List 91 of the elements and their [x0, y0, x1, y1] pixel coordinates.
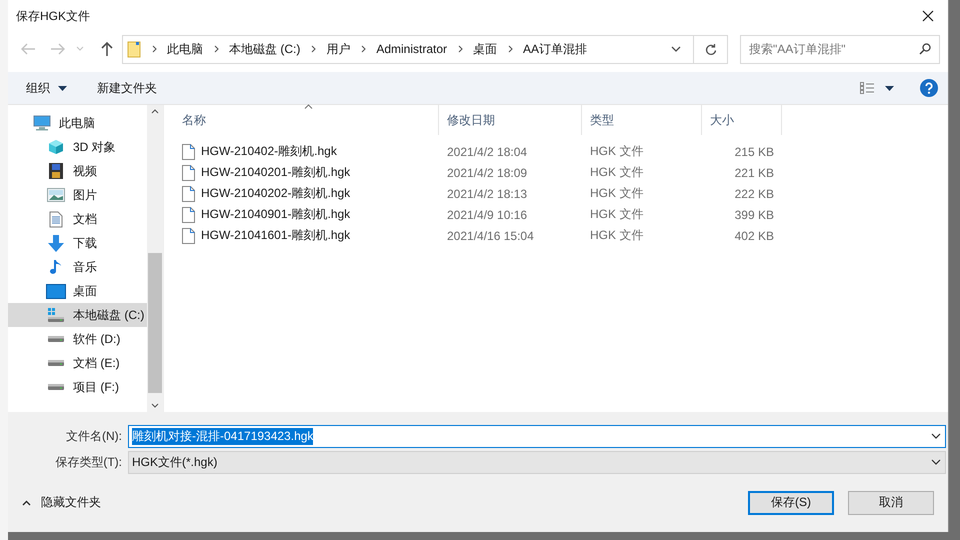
- chevron-down-icon: [931, 459, 941, 465]
- drive-icon: [46, 383, 66, 391]
- chevron-right-icon[interactable]: [311, 45, 316, 53]
- window-title: 保存HGK文件: [16, 8, 92, 24]
- file-icon: [182, 144, 195, 160]
- file-name[interactable]: HGW-21040201-雕刻机.hgk: [201, 164, 350, 181]
- type-cell-text: HGK 文件: [589, 206, 644, 223]
- sidebar-item[interactable]: 桌面: [8, 279, 147, 303]
- file-icon: [182, 206, 195, 222]
- file-icon: [182, 164, 195, 180]
- help-icon[interactable]: [920, 79, 938, 97]
- image-icon: [46, 188, 66, 202]
- size-cell-text: 402 KB: [734, 228, 775, 244]
- chevron-down-icon[interactable]: [671, 46, 681, 52]
- column-header[interactable]: 大小: [702, 105, 782, 135]
- column-header[interactable]: 名称: [174, 105, 439, 135]
- chevron-right-icon[interactable]: [214, 45, 219, 53]
- file-name-field[interactable]: 雕刻机对接-混排-0417193423.hgk: [128, 424, 946, 448]
- file-name[interactable]: HGW-21040901-雕刻机.hgk: [201, 206, 350, 223]
- sidebar-item[interactable]: 本地磁盘 (C:): [8, 303, 147, 327]
- drive-icon: [46, 359, 66, 367]
- file-type-label: 保存类型(T):: [54, 454, 123, 470]
- search-icon: [919, 42, 931, 54]
- download-arrow-icon: [46, 234, 66, 252]
- breadcrumb-item[interactable]: 桌面: [473, 40, 498, 58]
- search-field[interactable]: 搜索"AA订单混排": [740, 34, 940, 64]
- sidebar-item[interactable]: 此电脑: [8, 111, 147, 135]
- close-icon: [922, 10, 934, 22]
- chevron-right-icon[interactable]: [152, 45, 157, 53]
- drive-icon: [46, 307, 66, 323]
- scroll-down-icon[interactable]: [151, 403, 159, 408]
- caret-icon[interactable]: [885, 86, 894, 90]
- desktop-icon: [46, 284, 66, 298]
- file-icon: [182, 186, 195, 202]
- sidebar-item[interactable]: 下载: [8, 231, 147, 255]
- chevron-right-icon[interactable]: [361, 45, 366, 53]
- date-cell-text: 2021/4/2 18:09: [446, 164, 528, 182]
- cancel-button[interactable]: 取消: [848, 490, 934, 514]
- type-cell-text: HGK 文件: [589, 227, 644, 244]
- organize-button[interactable]: 组织: [22, 76, 71, 100]
- drive-icon: [46, 335, 66, 343]
- folder-icon: [127, 40, 141, 58]
- file-name[interactable]: HGW-21040202-雕刻机.hgk: [201, 185, 350, 202]
- type-cell-text: HGK 文件: [589, 143, 644, 160]
- type-cell-text: HGK 文件: [589, 164, 644, 181]
- file-type-dropdown[interactable]: HGK文件(*.hgk): [128, 450, 946, 474]
- computer-icon: [32, 115, 52, 131]
- scrollbar-thumb[interactable]: [148, 253, 162, 393]
- scroll-up-icon[interactable]: [151, 109, 159, 114]
- file-name[interactable]: HGW-210402-雕刻机.hgk: [201, 143, 337, 160]
- sidebar-item[interactable]: 项目 (F:): [8, 375, 147, 399]
- refresh-icon: [704, 42, 716, 56]
- breadcrumb-item[interactable]: 此电脑: [167, 40, 203, 58]
- column-header[interactable]: 类型: [582, 105, 702, 135]
- sidebar-item[interactable]: 图片: [8, 183, 147, 207]
- size-cell-text: 215 KB: [734, 144, 775, 160]
- date-cell-text: 2021/4/2 18:04: [446, 144, 528, 160]
- sidebar-item[interactable]: 音乐: [8, 255, 147, 279]
- file-name-label: 文件名(N):: [65, 428, 123, 444]
- sidebar-item[interactable]: 3D 对象: [8, 135, 147, 159]
- date-cell-text: 2021/4/2 18:13: [446, 186, 528, 202]
- sidebar-item[interactable]: 软件 (D:): [8, 327, 147, 351]
- chevron-down-icon[interactable]: [931, 433, 941, 439]
- file-name[interactable]: HGW-21041601-雕刻机.hgk: [201, 227, 350, 244]
- new-folder-button[interactable]: 新建文件夹: [93, 76, 161, 100]
- caret-icon: [58, 86, 67, 90]
- sidebar-item[interactable]: 文档 (E:): [8, 351, 147, 375]
- date-cell-text: 2021/4/16 15:04: [446, 228, 535, 244]
- chevron-right-icon[interactable]: [508, 45, 514, 53]
- cube-icon: [46, 139, 66, 155]
- date-cell-text: 2021/4/9 10:16: [446, 206, 528, 224]
- chevron-right-icon[interactable]: [458, 45, 464, 53]
- sidebar-item[interactable]: 文档: [8, 207, 147, 231]
- up-arrow-icon[interactable]: [100, 41, 114, 57]
- hide-folders-button[interactable]: 隐藏文件夹: [18, 490, 105, 515]
- film-icon: [46, 163, 66, 179]
- view-list-icon[interactable]: [859, 81, 875, 95]
- size-cell-text: 399 KB: [734, 206, 775, 224]
- breadcrumb-item[interactable]: 本地磁盘 (C:): [229, 40, 300, 58]
- address-bar[interactable]: 此电脑 本地磁盘 (C:) 用户 Administrator 桌面 AA订单混排: [122, 34, 728, 64]
- column-header[interactable]: 修改日期: [439, 105, 582, 135]
- breadcrumb-item[interactable]: AA订单混排: [523, 40, 588, 58]
- chevron-up-icon: [22, 500, 31, 506]
- breadcrumb-item[interactable]: 用户: [326, 40, 350, 58]
- sidebar-item[interactable]: 视频: [8, 159, 147, 183]
- size-cell-text: 222 KB: [734, 186, 775, 202]
- breadcrumb-item[interactable]: Administrator: [376, 42, 448, 56]
- size-cell-text: 221 KB: [734, 164, 775, 182]
- file-icon: [182, 228, 195, 244]
- type-cell-text: HGK 文件: [589, 185, 644, 202]
- save-button[interactable]: 保存(S): [748, 490, 834, 514]
